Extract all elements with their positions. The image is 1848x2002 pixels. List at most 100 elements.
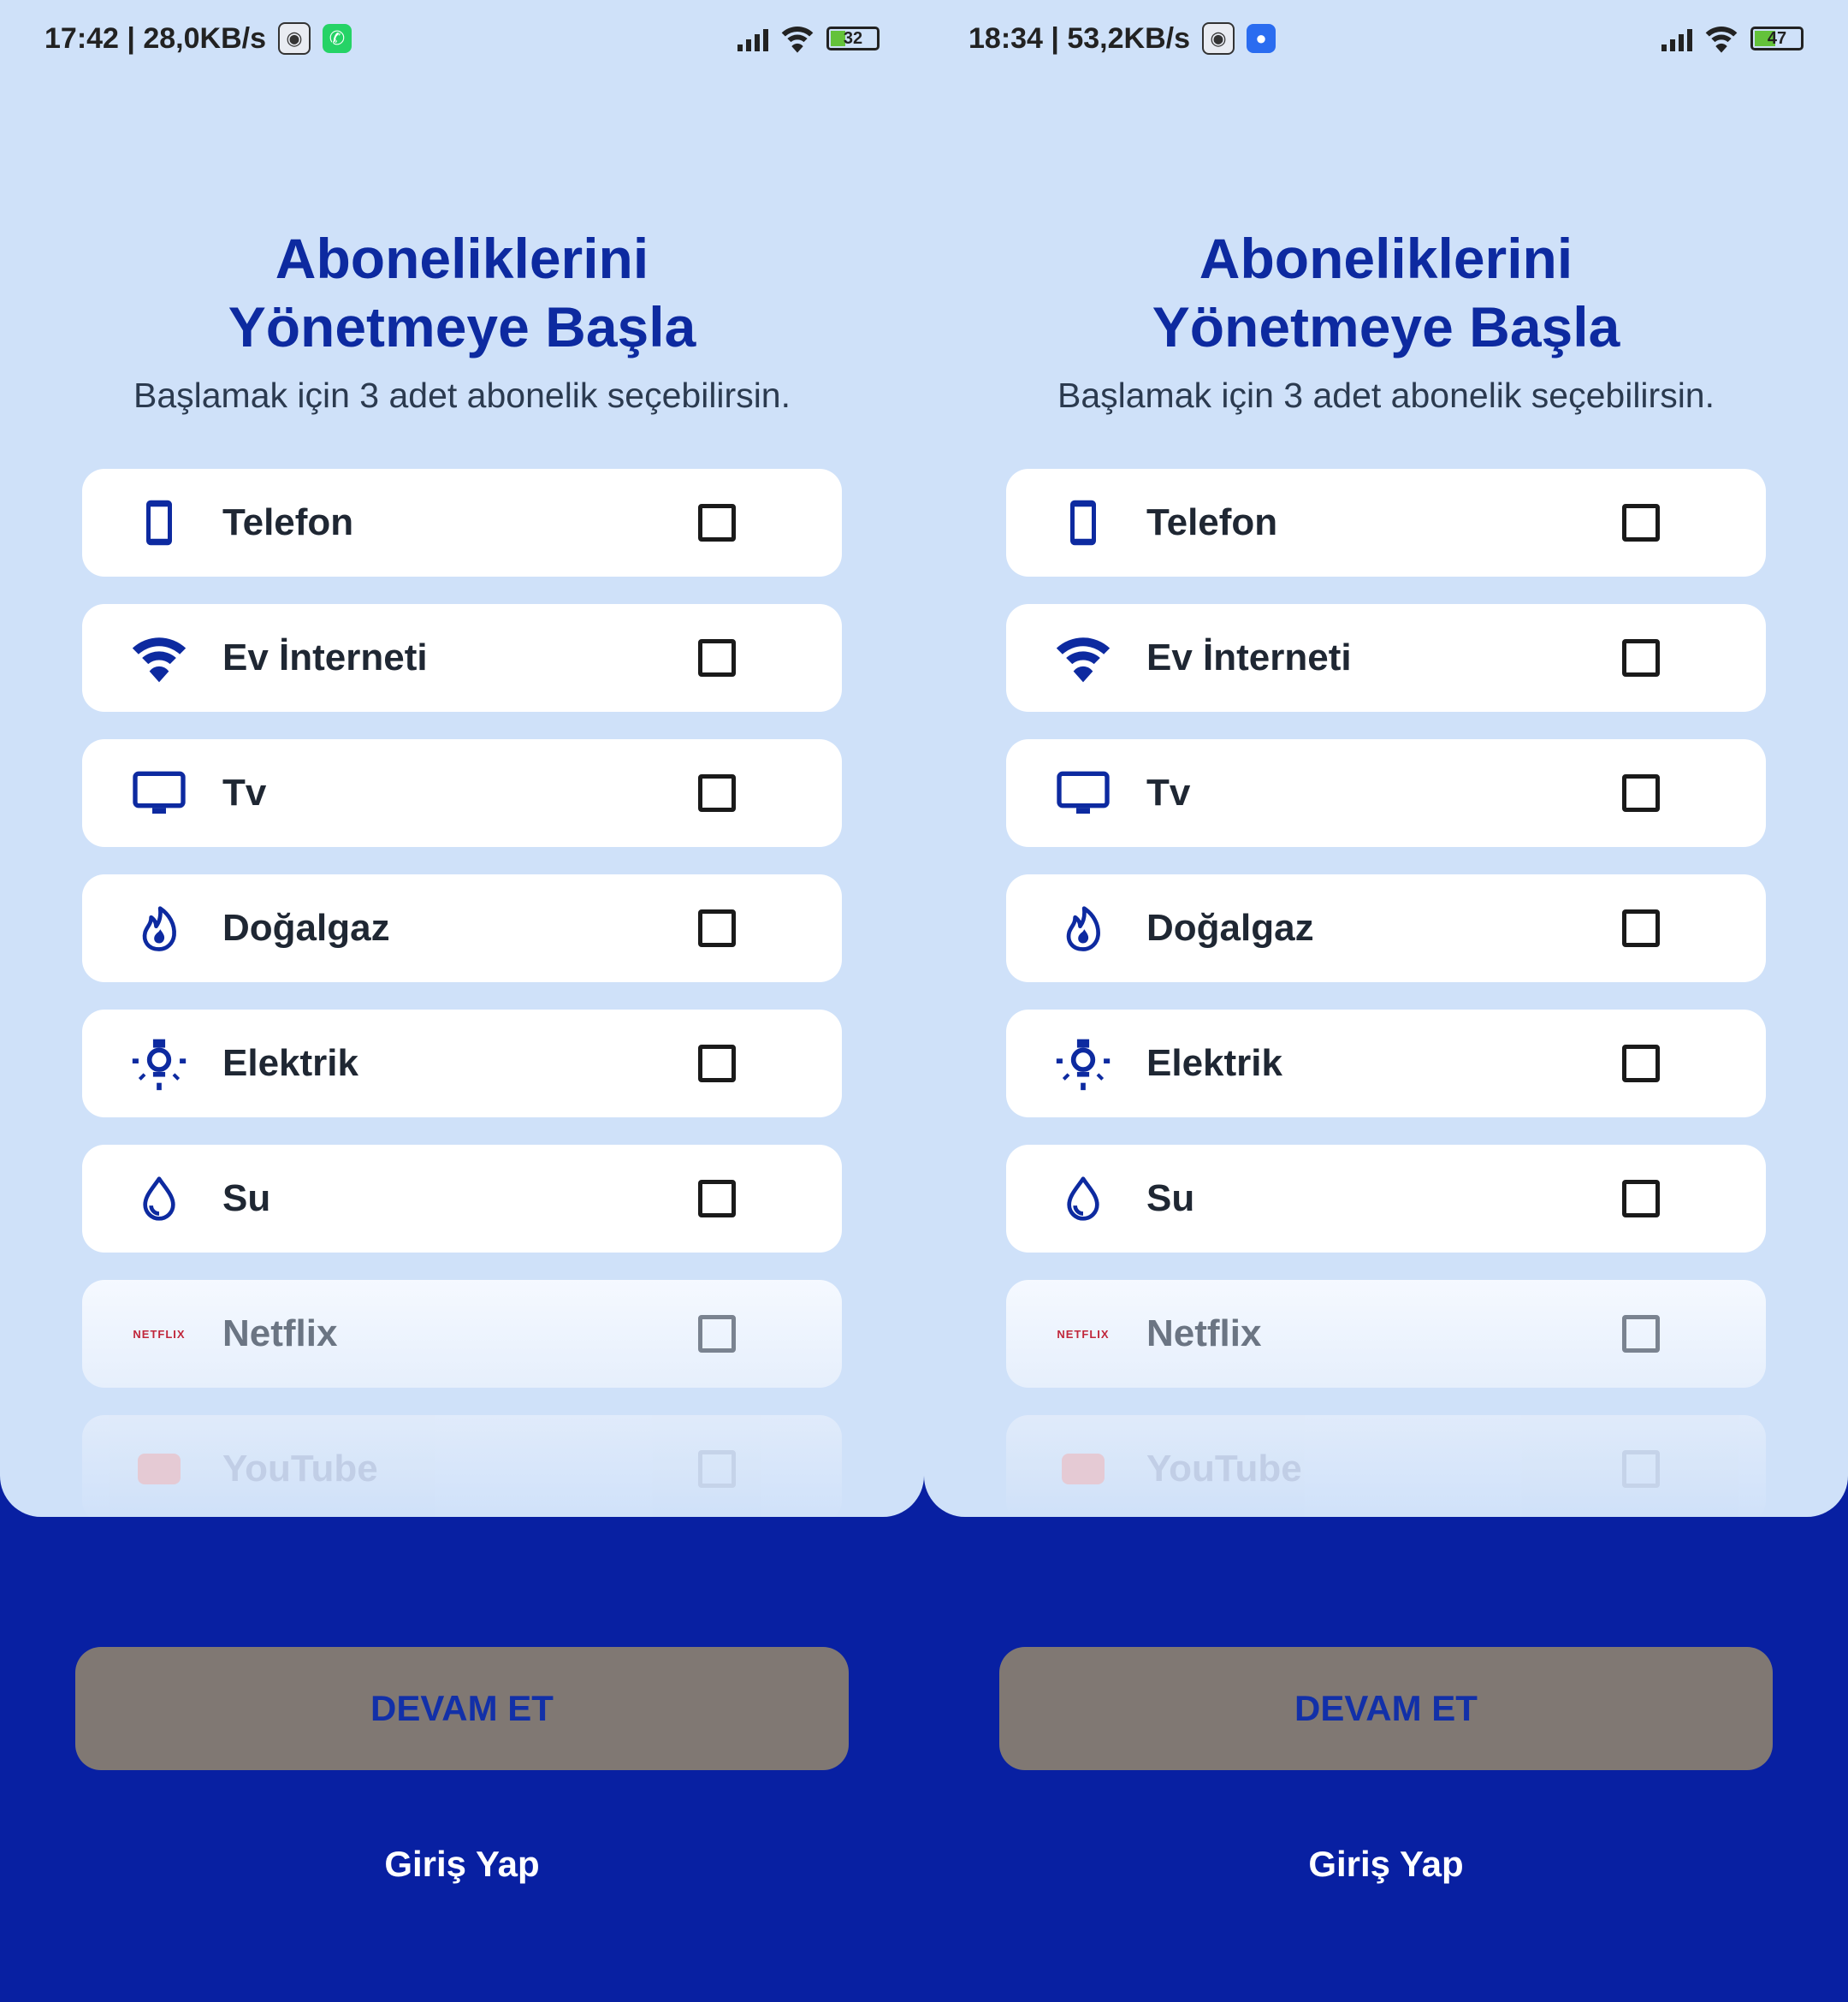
- subscription-item-netflix[interactable]: NETFLIX Netflix: [1006, 1280, 1766, 1388]
- subscription-checkbox[interactable]: [1622, 1045, 1660, 1082]
- screen-record-icon: ◉: [1202, 22, 1235, 55]
- page-title: Aboneliklerini Yönetmeye Başla: [924, 224, 1848, 361]
- subscription-checkbox[interactable]: [698, 639, 736, 677]
- subscription-item-su[interactable]: Su: [82, 1145, 842, 1253]
- youtube-logo: [1052, 1438, 1114, 1500]
- continue-button[interactable]: DEVAM ET: [999, 1647, 1773, 1770]
- messages-icon: ●: [1247, 24, 1276, 53]
- status-bar: 18:34 | 53,2KB/s ◉ ● 47: [968, 19, 1804, 58]
- continue-button[interactable]: DEVAM ET: [75, 1647, 849, 1770]
- subscription-list: Telefon Ev İnterneti Tv Doğalgaz Elektri: [1006, 469, 1766, 1517]
- subscription-label: Tv: [222, 772, 267, 814]
- subscription-checkbox[interactable]: [698, 909, 736, 947]
- status-bar: 17:42 | 28,0KB/s ◉ ✆ 32: [44, 19, 880, 58]
- login-link[interactable]: Giriş Yap: [924, 1844, 1848, 1885]
- subscription-label: Netflix: [222, 1312, 338, 1354]
- subscription-label: Netflix: [1146, 1312, 1262, 1354]
- subscription-label: Su: [1146, 1177, 1195, 1219]
- subscription-item-elektrik[interactable]: Elektrik: [1006, 1010, 1766, 1117]
- whatsapp-icon: ✆: [323, 24, 352, 53]
- subscription-checkbox[interactable]: [1622, 909, 1660, 947]
- wifi-status-icon: [1704, 21, 1738, 56]
- page-subtitle: Başlamak için 3 adet abonelik seçebilirs…: [133, 376, 791, 415]
- subscription-checkbox[interactable]: [1622, 1180, 1660, 1217]
- bulb-icon: [128, 1033, 190, 1094]
- subscription-label: YouTube: [1146, 1448, 1302, 1490]
- subscription-item-ev-interneti[interactable]: Ev İnterneti: [1006, 604, 1766, 712]
- phone-icon: [128, 492, 190, 554]
- screen-left: 17:42 | 28,0KB/s ◉ ✆ 32 Aboneliklerini Y…: [0, 0, 924, 2002]
- subscription-label: Telefon: [222, 501, 354, 543]
- subscription-item-telefon[interactable]: Telefon: [1006, 469, 1766, 577]
- subscription-checkbox[interactable]: [1622, 1450, 1660, 1488]
- subscription-checkbox[interactable]: [1622, 504, 1660, 542]
- battery-icon: 32: [826, 27, 880, 50]
- page-title: Aboneliklerini Yönetmeye Başla: [0, 224, 924, 361]
- subscription-panel: 17:42 | 28,0KB/s ◉ ✆ 32 Aboneliklerini Y…: [0, 0, 924, 1517]
- water-drop-icon: [128, 1168, 190, 1229]
- battery-level: 32: [843, 28, 863, 48]
- subscription-panel: 18:34 | 53,2KB/s ◉ ● 47 Aboneliklerini Y…: [924, 0, 1848, 1517]
- wifi-status-icon: [780, 21, 814, 56]
- bulb-icon: [1052, 1033, 1114, 1094]
- subscription-item-dogalgaz[interactable]: Doğalgaz: [82, 874, 842, 982]
- subscription-label: Doğalgaz: [1146, 907, 1314, 949]
- subscription-item-youtube[interactable]: YouTube: [1006, 1415, 1766, 1517]
- subscription-item-youtube[interactable]: YouTube: [82, 1415, 842, 1517]
- subscription-checkbox[interactable]: [698, 1180, 736, 1217]
- subscription-checkbox[interactable]: [698, 1045, 736, 1082]
- flame-icon: [128, 897, 190, 959]
- subscription-item-dogalgaz[interactable]: Doğalgaz: [1006, 874, 1766, 982]
- login-link[interactable]: Giriş Yap: [0, 1844, 924, 1885]
- subscription-item-tv[interactable]: Tv: [82, 739, 842, 847]
- subscription-checkbox[interactable]: [1622, 639, 1660, 677]
- page-title-line2: Yönetmeye Başla: [1152, 295, 1620, 358]
- subscription-list: Telefon Ev İnterneti Tv Doğalgaz Elektri: [82, 469, 842, 1517]
- subscription-item-telefon[interactable]: Telefon: [82, 469, 842, 577]
- subscription-label: Tv: [1146, 772, 1191, 814]
- screen-right: 18:34 | 53,2KB/s ◉ ● 47 Aboneliklerini Y…: [924, 0, 1848, 2002]
- subscription-item-netflix[interactable]: NETFLIX Netflix: [82, 1280, 842, 1388]
- status-time: 17:42 | 28,0KB/s: [44, 21, 267, 55]
- subscription-label: Elektrik: [222, 1042, 358, 1084]
- youtube-logo: [128, 1438, 190, 1500]
- signal-icon: [1661, 26, 1692, 51]
- subscription-label: Ev İnterneti: [1146, 637, 1352, 678]
- subscription-label: Ev İnterneti: [222, 637, 428, 678]
- subscription-checkbox[interactable]: [698, 774, 736, 812]
- netflix-logo-text: NETFLIX: [1057, 1327, 1110, 1341]
- netflix-logo-text: NETFLIX: [133, 1327, 186, 1341]
- subscription-item-elektrik[interactable]: Elektrik: [82, 1010, 842, 1117]
- subscription-label: Su: [222, 1177, 271, 1219]
- subscription-checkbox[interactable]: [698, 1450, 736, 1488]
- signal-icon: [737, 26, 768, 51]
- subscription-label: Telefon: [1146, 501, 1278, 543]
- water-drop-icon: [1052, 1168, 1114, 1229]
- tv-icon: [128, 762, 190, 824]
- battery-icon: 47: [1750, 27, 1804, 50]
- status-time: 18:34 | 53,2KB/s: [968, 21, 1191, 55]
- phone-icon: [1052, 492, 1114, 554]
- wifi-icon: [128, 627, 190, 689]
- page-title-line2: Yönetmeye Başla: [228, 295, 696, 358]
- page-title-line1: Aboneliklerini: [275, 227, 649, 290]
- subscription-checkbox[interactable]: [1622, 1315, 1660, 1353]
- subscription-label: Elektrik: [1146, 1042, 1282, 1084]
- page-title-line1: Aboneliklerini: [1199, 227, 1573, 290]
- screen-record-icon: ◉: [278, 22, 311, 55]
- tv-icon: [1052, 762, 1114, 824]
- subscription-label: YouTube: [222, 1448, 378, 1490]
- wifi-icon: [1052, 627, 1114, 689]
- subscription-checkbox[interactable]: [698, 1315, 736, 1353]
- subscription-item-tv[interactable]: Tv: [1006, 739, 1766, 847]
- subscription-label: Doğalgaz: [222, 907, 390, 949]
- netflix-logo: NETFLIX: [1052, 1303, 1114, 1365]
- subscription-item-su[interactable]: Su: [1006, 1145, 1766, 1253]
- netflix-logo: NETFLIX: [128, 1303, 190, 1365]
- subscription-checkbox[interactable]: [698, 504, 736, 542]
- page-subtitle: Başlamak için 3 adet abonelik seçebilirs…: [1057, 376, 1715, 415]
- subscription-item-ev-interneti[interactable]: Ev İnterneti: [82, 604, 842, 712]
- subscription-checkbox[interactable]: [1622, 774, 1660, 812]
- battery-level: 47: [1767, 28, 1787, 48]
- flame-icon: [1052, 897, 1114, 959]
